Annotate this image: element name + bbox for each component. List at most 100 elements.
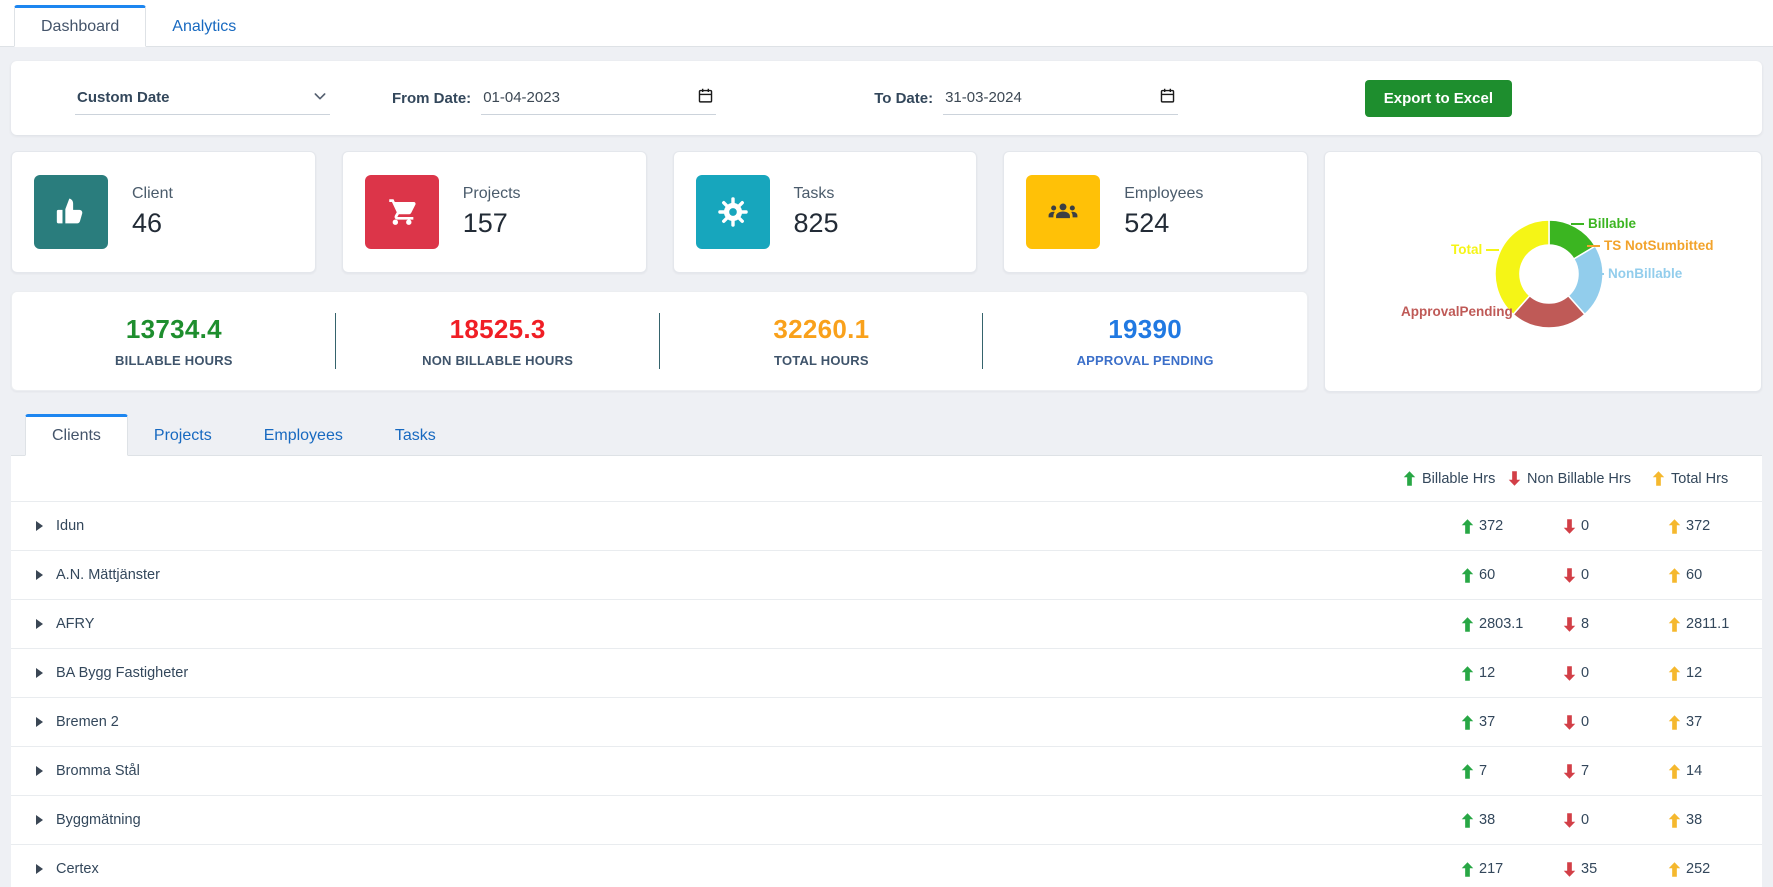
export-to-excel-button[interactable]: Export to Excel [1364, 79, 1512, 117]
non-billable-hrs-value: 35 [1581, 861, 1598, 877]
tab-dashboard[interactable]: Dashboard [14, 5, 147, 47]
total-hrs-value: 2811.1 [1686, 616, 1730, 632]
total-hrs-value: 14 [1686, 763, 1703, 779]
calendar-icon[interactable] [1159, 87, 1176, 108]
client-name-cell: AFRY [11, 616, 1401, 632]
summary-value: 19390 [1108, 314, 1183, 344]
chart-label-text: TS NotSumbitted [1604, 238, 1714, 253]
from-date-group: From Date: 01-04-2023 [392, 81, 717, 115]
table-row-certex[interactable]: Certex 217 35 252 [11, 844, 1762, 887]
stat-card-tasks: Tasks 825 [672, 151, 978, 273]
calendar-icon[interactable] [697, 87, 714, 108]
stat-card-value: 157 [462, 208, 508, 238]
billable-hrs-cell: 38 [1401, 812, 1506, 829]
non-billable-hrs-cell: 0 [1506, 665, 1650, 682]
non-billable-hrs-cell: 0 [1506, 518, 1650, 535]
filter-bar: Custom Date From Date: 01-04-2023 To Dat… [11, 61, 1762, 135]
sort-non-billable-hrs[interactable]: Non Billable Hrs [1506, 470, 1650, 487]
total-hrs-value: 372 [1686, 518, 1711, 534]
stat-card-projects: Projects 157 [341, 151, 647, 273]
table-tabs: Clients Projects Employees Tasks [11, 414, 1762, 456]
summary-value: 32260.1 [773, 314, 870, 344]
table-row-afry[interactable]: AFRY 2803.1 8 2811.1 [11, 599, 1762, 648]
expand-caret-icon[interactable] [36, 717, 43, 727]
billable-hrs-cell: 12 [1401, 665, 1506, 682]
non-billable-hrs-cell: 7 [1506, 763, 1650, 780]
stat-cards-row: Client 46 Projects 157 Tasks 825 Employees 524 [11, 151, 1308, 273]
chart-label-text: Total [1451, 242, 1483, 257]
to-date-value: 31-03-2024 [945, 89, 1022, 106]
stat-card-value: 524 [1124, 208, 1170, 238]
expand-caret-icon[interactable] [36, 766, 43, 776]
client-name: A.N. Mättjänster [56, 567, 160, 583]
tab-tasks[interactable]: Tasks [369, 417, 462, 455]
chevron-down-icon [312, 88, 328, 108]
expand-caret-icon[interactable] [36, 619, 43, 629]
table-row-bremen-2[interactable]: Bremen 2 37 0 37 [11, 697, 1762, 746]
tab-projects[interactable]: Projects [128, 417, 238, 455]
summary-total-hours: 32260.1 TOTAL HOURS [660, 314, 984, 368]
table-row-bromma-st-l[interactable]: Bromma Stål 7 7 14 [11, 746, 1762, 795]
table-row-ba-bygg-fastigheter[interactable]: BA Bygg Fastigheter 12 0 12 [11, 648, 1762, 697]
top-tab-bar: Dashboard Analytics [0, 0, 1773, 47]
hours-distribution-chart-card: Billable TS NotSumbitted NonBillable Approv… [1324, 151, 1762, 392]
sort-billable-hrs[interactable]: Billable Hrs [1401, 470, 1506, 487]
tab-analytics[interactable]: Analytics [146, 8, 262, 46]
table-row-idun[interactable]: Idun 372 0 372 [11, 501, 1762, 550]
column-label: Non Billable Hrs [1527, 470, 1631, 487]
billable-hrs-value: 37 [1479, 714, 1496, 730]
summary-approval-pending: 19390 APPROVAL PENDING [983, 314, 1307, 368]
stat-card-client: Client 46 [11, 151, 316, 273]
tab-clients[interactable]: Clients [25, 414, 128, 456]
date-range-value: Custom Date [77, 89, 170, 106]
non-billable-hrs-value: 8 [1581, 616, 1590, 632]
from-date-value: 01-04-2023 [483, 89, 560, 106]
table-header-row: Billable Hrs Non Billable Hrs Total Hrs [11, 456, 1762, 501]
to-date-input[interactable]: 31-03-2024 [943, 81, 1179, 115]
billable-hrs-value: 372 [1479, 518, 1504, 534]
expand-caret-icon[interactable] [36, 668, 43, 678]
users-icon [1026, 175, 1101, 249]
donut-slice-total[interactable] [1494, 219, 1550, 316]
table-row-byggm-tning[interactable]: Byggmätning 38 0 38 [11, 795, 1762, 844]
client-name-cell: Bremen 2 [11, 714, 1401, 730]
total-hrs-value: 60 [1686, 567, 1703, 583]
stat-card-employees: Employees 524 [1003, 151, 1308, 273]
dashboard-body: Client 46 Projects 157 Tasks 825 Employees 524 … [11, 151, 1762, 392]
client-name-cell: BA Bygg Fastigheter [11, 665, 1401, 681]
client-name-cell: Bromma Stål [11, 763, 1401, 779]
gear-icon [695, 175, 770, 249]
non-billable-hrs-cell: 35 [1506, 861, 1650, 878]
expand-caret-icon[interactable] [36, 570, 43, 580]
donut-chart[interactable] [1325, 152, 1763, 393]
non-billable-hrs-value: 0 [1581, 812, 1590, 828]
total-hrs-value: 12 [1686, 665, 1703, 681]
table-row-a-n-m-ttj-nster[interactable]: A.N. Mättjänster 60 0 60 [11, 550, 1762, 599]
non-billable-hrs-cell: 0 [1506, 567, 1650, 584]
non-billable-hrs-cell: 8 [1506, 616, 1650, 633]
stat-card-value: 825 [793, 208, 839, 238]
date-range-select[interactable]: Custom Date [75, 82, 330, 115]
summary-label: BILLABLE HOURS [115, 353, 233, 368]
label-connector-line [1486, 248, 1500, 251]
expand-caret-icon[interactable] [36, 521, 43, 531]
total-hrs-value: 37 [1686, 714, 1703, 730]
total-hrs-cell: 60 [1650, 567, 1734, 584]
sort-total-hrs[interactable]: Total Hrs [1650, 470, 1734, 487]
expand-caret-icon[interactable] [36, 815, 43, 825]
client-name: AFRY [56, 616, 95, 632]
stat-card-label: Employees [1124, 185, 1204, 202]
billable-hrs-cell: 60 [1401, 567, 1506, 584]
summary-non-billable-hours: 18525.3 NON BILLABLE HOURS [336, 314, 660, 368]
non-billable-hrs-cell: 0 [1506, 714, 1650, 731]
stat-card-value: 46 [132, 208, 163, 238]
client-name: Bromma Stål [56, 763, 140, 779]
tab-employees[interactable]: Employees [238, 417, 369, 455]
from-date-input[interactable]: 01-04-2023 [481, 81, 717, 115]
client-name-cell: Idun [11, 518, 1401, 534]
chart-label-text: NonBillable [1608, 266, 1683, 281]
expand-caret-icon[interactable] [36, 864, 43, 874]
summary-label: TOTAL HOURS [774, 353, 869, 368]
client-name: Bremen 2 [56, 714, 119, 730]
total-hrs-value: 38 [1686, 812, 1703, 828]
